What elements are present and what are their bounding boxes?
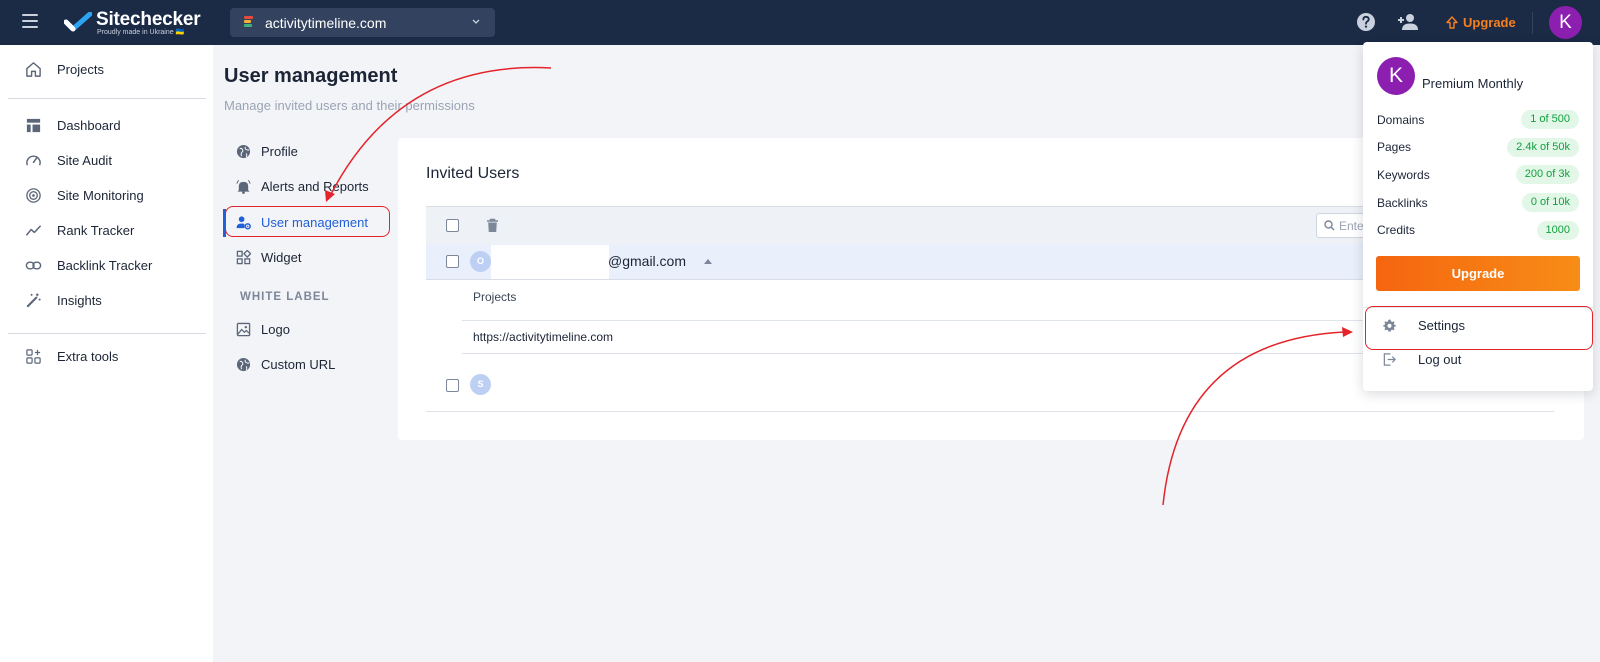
- grid-plus-icon: [26, 348, 41, 364]
- divider: [426, 411, 1554, 412]
- add-user-icon[interactable]: [1397, 12, 1419, 32]
- main-sidebar: Projects Dashboard Site Audit Site Monit…: [0, 45, 213, 662]
- sidebar-item-label: Site Audit: [57, 152, 112, 168]
- widget-icon: [236, 249, 251, 264]
- limit-badge-domains: 1 of 500: [1521, 110, 1579, 129]
- bell-icon: [236, 179, 251, 194]
- project-url: https://activitytimeline.com: [473, 330, 614, 344]
- search-icon: [1324, 220, 1335, 231]
- sidebar-item-label: Extra tools: [57, 348, 119, 364]
- menu-icon[interactable]: [22, 14, 38, 28]
- upgrade-button[interactable]: Upgrade: [1376, 256, 1580, 291]
- highlight-settings: [1365, 306, 1593, 350]
- sidebar-item-label: Dashboard: [57, 117, 121, 133]
- help-icon[interactable]: [1356, 12, 1376, 32]
- row-checkbox[interactable]: [446, 379, 459, 392]
- avatar: S: [470, 374, 491, 395]
- plan-name: Premium Monthly: [1422, 76, 1524, 91]
- chevron-down-icon: [472, 19, 480, 24]
- sidebar-item-rank-tracker[interactable]: Rank Tracker: [25, 219, 134, 241]
- limit-badge-pages: 2.4k of 50k: [1507, 138, 1579, 157]
- limit-badge-backlinks: 0 of 10k: [1521, 193, 1579, 212]
- limit-badge-keywords: 200 of 3k: [1515, 165, 1579, 184]
- trash-icon[interactable]: [486, 218, 499, 233]
- home-icon: [26, 61, 41, 77]
- sidebar-item-label: Rank Tracker: [57, 222, 135, 238]
- limit-label-backlinks: Backlinks: [1377, 196, 1428, 210]
- menu-item-label: Log out: [1418, 351, 1462, 367]
- sidebar-item-label: Projects: [57, 61, 104, 77]
- image-icon: [236, 322, 251, 336]
- sitechecker-logo[interactable]: Sitechecker Proudly made in Ukraine 🇺🇦: [64, 9, 204, 37]
- avatar: O: [470, 251, 491, 272]
- settings-nav-widget[interactable]: Widget: [236, 246, 301, 268]
- menu-item-logout[interactable]: Log out: [1382, 348, 1461, 370]
- sidebar-item-site-monitoring[interactable]: Site Monitoring: [25, 184, 144, 206]
- sidebar-item-site-audit[interactable]: Site Audit: [25, 149, 112, 171]
- invited-users-title: Invited Users: [426, 165, 520, 182]
- brand-tagline: Proudly made in Ukraine 🇺🇦: [97, 29, 185, 36]
- page-title: User management: [224, 65, 398, 87]
- magic-wand-icon: [26, 292, 41, 307]
- limit-label-pages: Pages: [1377, 140, 1412, 154]
- top-bar: Sitechecker Proudly made in Ukraine 🇺🇦 a…: [0, 0, 1600, 45]
- account-avatar[interactable]: K: [1549, 6, 1582, 39]
- sidebar-item-label: Backlink Tracker: [57, 257, 153, 273]
- sidebar-item-insights[interactable]: Insights: [25, 289, 102, 311]
- upgrade-link[interactable]: Upgrade: [1446, 14, 1516, 30]
- limit-label-domains: Domains: [1377, 113, 1425, 127]
- row-checkbox[interactable]: [446, 255, 459, 268]
- sidebar-item-projects[interactable]: Projects: [25, 58, 104, 80]
- sidebar-divider: [8, 98, 206, 99]
- logo-check-icon: [64, 12, 92, 32]
- page-subtitle: Manage invited users and their permissio…: [224, 98, 475, 113]
- projects-label: Projects: [473, 290, 517, 304]
- upgrade-link-label: Upgrade: [1463, 14, 1516, 30]
- settings-nav-label: Widget: [261, 249, 302, 265]
- sidebar-item-extra-tools[interactable]: Extra tools: [25, 345, 118, 367]
- settings-nav-custom-url[interactable]: Custom URL: [236, 353, 335, 375]
- sidebar-item-label: Site Monitoring: [57, 187, 144, 203]
- domain-favicon-icon: [244, 16, 253, 29]
- caret-up-icon[interactable]: [704, 259, 712, 264]
- domain-selector-value: activitytimeline.com: [265, 15, 387, 31]
- domain-selector[interactable]: activitytimeline.com: [230, 8, 495, 37]
- highlight-user-management: [225, 206, 390, 237]
- limit-badge-credits: 1000: [1536, 221, 1579, 240]
- select-all-checkbox[interactable]: [446, 219, 459, 232]
- settings-nav-label: Profile: [261, 143, 298, 159]
- upgrade-arrow-icon: [1446, 15, 1458, 29]
- user-email: @gmail.com: [608, 253, 687, 269]
- settings-nav-profile[interactable]: Profile: [236, 140, 298, 162]
- speedometer-icon: [26, 155, 41, 165]
- avatar: K: [1377, 57, 1415, 95]
- sidebar-item-label: Insights: [57, 292, 102, 308]
- settings-nav-label: Logo: [261, 321, 290, 337]
- limit-label-keywords: Keywords: [1377, 168, 1430, 182]
- dashboard-icon: [26, 118, 41, 132]
- radar-icon: [26, 187, 41, 203]
- white-label-section-title: WHITE LABEL: [240, 291, 330, 303]
- topbar-divider: [1532, 12, 1533, 34]
- trend-icon: [25, 224, 42, 236]
- settings-nav-alerts-and-reports[interactable]: Alerts and Reports: [236, 175, 369, 197]
- settings-nav-label: Custom URL: [261, 356, 336, 372]
- sidebar-item-dashboard[interactable]: Dashboard: [25, 114, 121, 136]
- sidebar-divider: [8, 333, 206, 334]
- redacted-email-block: [491, 245, 609, 279]
- sidebar-item-backlink-tracker[interactable]: Backlink Tracker: [25, 254, 152, 276]
- link-icon: [25, 260, 42, 270]
- settings-nav-label: Alerts and Reports: [261, 178, 369, 194]
- globe-icon: [236, 357, 251, 371]
- logout-icon: [1383, 352, 1396, 366]
- globe-icon: [236, 144, 251, 158]
- settings-nav-logo[interactable]: Logo: [236, 318, 290, 340]
- limit-label-credits: Credits: [1377, 223, 1416, 237]
